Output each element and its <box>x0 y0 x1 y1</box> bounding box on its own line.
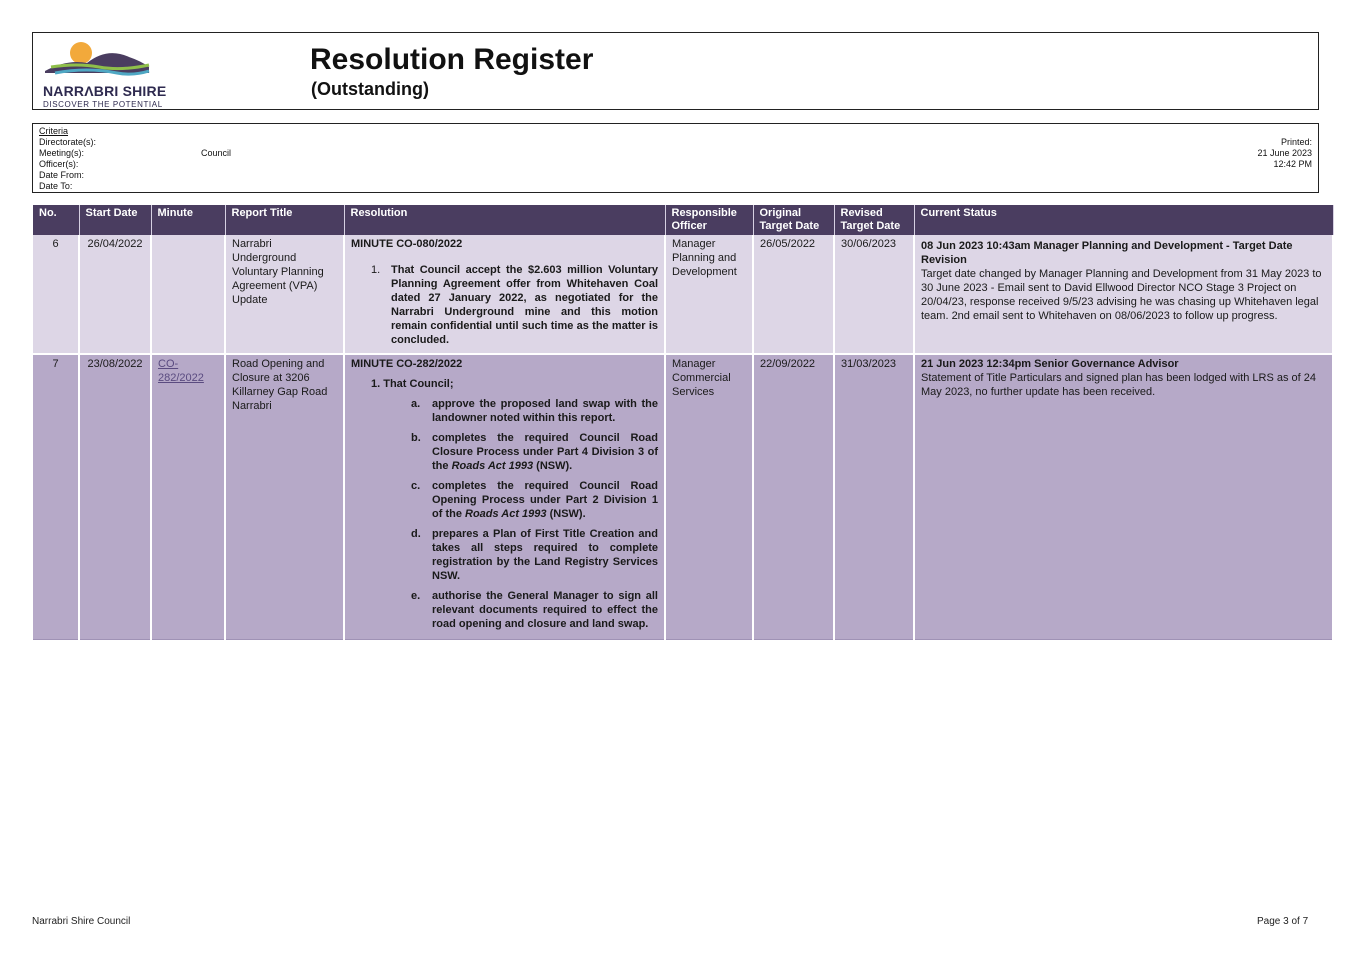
resolution-item-text: That Council accept the $2.603 million V… <box>391 264 658 346</box>
subitem-letter: a. <box>411 398 421 410</box>
subitem-letter: d. <box>411 528 421 540</box>
logo-name: NARRΛBRI SHIRE <box>43 83 167 99</box>
minute-cell <box>151 235 226 355</box>
row-number: 7 <box>33 354 80 640</box>
resolution-subitem: e. authorise the General Manager to sign… <box>411 589 658 631</box>
act-name: Roads Act 1993 <box>465 508 547 520</box>
original-target-date: 26/05/2022 <box>753 235 835 355</box>
resolution-subitem: a. approve the proposed land swap with t… <box>411 397 658 425</box>
resolution-subitem: b. completes the required Council Road C… <box>411 431 658 473</box>
officers-label: Officer(s): <box>39 159 79 169</box>
column-header-original-target-date: Original Target Date <box>753 205 835 235</box>
column-header-minute: Minute <box>151 205 226 235</box>
resolution-heading: MINUTE CO-080/2022 <box>351 238 463 250</box>
resolution-subitem: d. prepares a Plan of First Title Creati… <box>411 527 658 583</box>
date-from-label: Date From: <box>39 170 85 180</box>
column-header-start-date: Start Date <box>79 205 152 235</box>
subitem-text: completes the required Council Road Open… <box>432 479 658 521</box>
printed-time: 12:42 PM <box>1273 159 1312 169</box>
revised-target-date: 30/06/2023 <box>834 235 915 355</box>
resolution-cell: MINUTE CO-080/2022 1. That Council accep… <box>344 235 666 355</box>
status-heading: 21 Jun 2023 12:34pm Senior Governance Ad… <box>921 358 1179 370</box>
directorates-label: Directorate(s): <box>39 137 97 147</box>
responsible-officer: Manager Planning and Development <box>665 235 754 355</box>
subitem-text-part: (NSW). <box>546 508 586 520</box>
minute-cell: CO-282/2022 <box>151 354 226 640</box>
table-header-row: No. Start Date Minute Report Title Resol… <box>33 205 1334 235</box>
subitem-text: completes the required Council Road Clos… <box>432 431 658 473</box>
printed-label: Printed: <box>1280 137 1312 147</box>
report-title: Road Opening and Closure at 3206 Killarn… <box>225 354 345 640</box>
meetings-label: Meeting(s): <box>39 148 85 158</box>
column-header-no: No. <box>33 205 80 235</box>
start-date: 26/04/2022 <box>79 235 152 355</box>
resolution-intro: 1. That Council; <box>371 378 454 390</box>
criteria-heading: Criteria <box>39 126 69 136</box>
status-body: Target date changed by Manager Planning … <box>921 268 1322 322</box>
meetings-value: Council <box>201 148 232 158</box>
page-title: Resolution Register <box>310 43 594 76</box>
subitem-text: prepares a Plan of First Title Creation … <box>432 528 658 582</box>
logo-tagline: DISCOVER THE POTENTIAL <box>43 100 163 109</box>
status-heading: 08 Jun 2023 10:43am Manager Planning and… <box>921 240 1293 266</box>
subitem-text: authorise the General Manager to sign al… <box>432 590 658 630</box>
column-header-report-title: Report Title <box>225 205 345 235</box>
subitem-text-part: (NSW). <box>533 460 573 472</box>
subitem-letter: e. <box>411 590 421 602</box>
resolution-table: No. Start Date Minute Report Title Resol… <box>33 205 1334 640</box>
criteria-panel: Criteria Directorate(s): Meeting(s): Cou… <box>32 123 1319 193</box>
page-number: Page 3 of 7 <box>1257 916 1309 927</box>
row-number: 6 <box>33 235 80 355</box>
page-subtitle: (Outstanding) <box>311 79 429 99</box>
responsible-officer: Manager Commercial Services <box>665 354 754 640</box>
status-body: Statement of Title Particulars and signe… <box>921 372 1317 398</box>
original-target-date: 22/09/2022 <box>753 354 835 640</box>
subitem-text: approve the proposed land swap with the … <box>432 398 658 424</box>
resolution-heading: MINUTE CO-282/2022 <box>351 358 463 370</box>
subitem-letter: c. <box>411 480 421 492</box>
act-name: Roads Act 1993 <box>451 460 534 472</box>
report-title: Narrabri Underground Voluntary Planning … <box>225 235 345 355</box>
resolution-item-number: 1. <box>371 264 381 276</box>
resolution-item: 1. That Council accept the $2.603 millio… <box>371 263 658 347</box>
footer-organisation: Narrabri Shire Council <box>32 916 131 927</box>
resolution-cell: MINUTE CO-282/2022 1. That Council; a. a… <box>344 354 666 640</box>
current-status-cell: 08 Jun 2023 10:43am Manager Planning and… <box>914 235 1334 355</box>
start-date: 23/08/2022 <box>79 354 152 640</box>
report-header: NARRΛBRI SHIRE DISCOVER THE POTENTIAL Re… <box>32 32 1319 110</box>
table-row: 6 26/04/2022 Narrabri Underground Volunt… <box>33 235 1334 355</box>
minute-link[interactable]: CO-282/2022 <box>158 358 204 384</box>
date-to-label: Date To: <box>39 181 73 191</box>
revised-target-date: 31/03/2023 <box>834 354 915 640</box>
column-header-responsible-officer: Responsible Officer <box>665 205 754 235</box>
column-header-current-status: Current Status <box>914 205 1334 235</box>
resolution-subitem: c. completes the required Council Road O… <box>411 479 658 521</box>
column-header-resolution: Resolution <box>344 205 666 235</box>
printed-date: 21 June 2023 <box>1257 148 1312 158</box>
column-header-revised-target-date: Revised Target Date <box>834 205 915 235</box>
mountain-sun-logo-icon <box>45 42 150 76</box>
narrabri-shire-logo: NARRΛBRI SHIRE DISCOVER THE POTENTIAL <box>37 37 167 109</box>
subitem-letter: b. <box>411 432 421 444</box>
table-row: 7 23/08/2022 CO-282/2022 Road Opening an… <box>33 354 1334 640</box>
current-status-cell: 21 Jun 2023 12:34pm Senior Governance Ad… <box>914 354 1334 640</box>
